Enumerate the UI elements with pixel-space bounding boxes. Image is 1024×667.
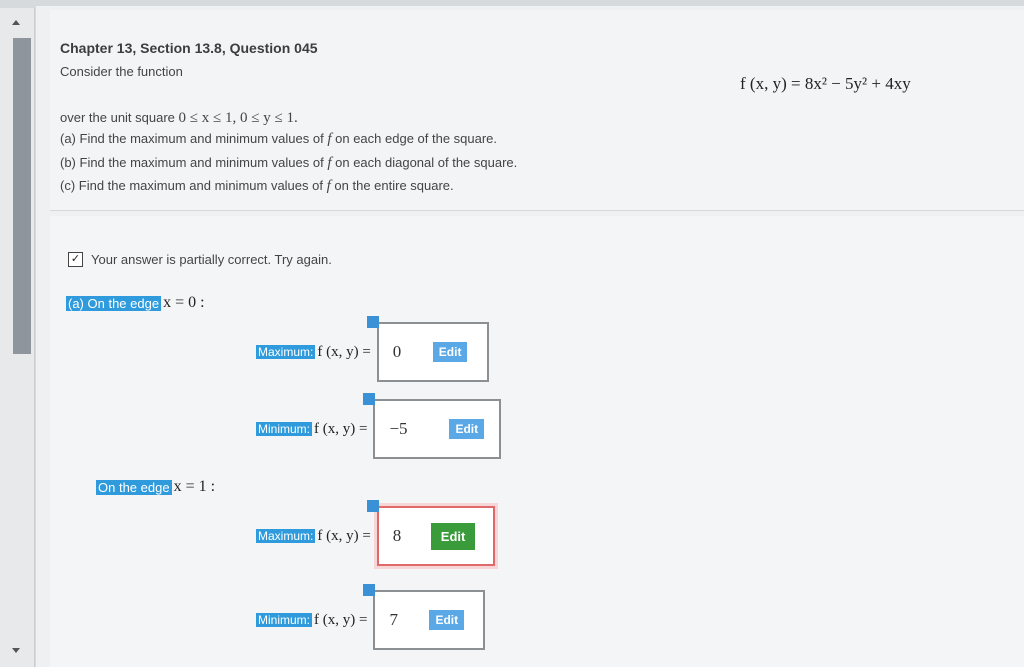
answer-box-x0-max[interactable]: 0 Edit (366, 316, 489, 382)
status-text: Your answer is partially correct. Try ag… (91, 252, 332, 267)
part-a-text: (a) Find the maximum and minimum values … (60, 131, 497, 148)
vertical-scrollbar[interactable] (0, 8, 35, 667)
edge-x1-max-row: Maximum: f (x, y) = 8 Edit (256, 500, 495, 566)
answer-box-x1-max[interactable]: 8 Edit (366, 500, 495, 566)
domain-math: 0 ≤ x ≤ 1, 0 ≤ y ≤ 1. (178, 110, 298, 126)
answer-box-x0-min[interactable]: −5 Edit (363, 393, 502, 459)
edge-x0-highlight: (a) On the edge (66, 295, 162, 311)
function-expr: f (x, y) = (314, 611, 368, 628)
drag-handle-icon[interactable] (363, 584, 376, 596)
question-intro: Consider the function (60, 64, 183, 79)
edge-x1-min-row: Minimum: f (x, y) = 7 Edit (256, 584, 486, 650)
question-panel: Chapter 13, Section 13.8, Question 045 C… (50, 10, 1024, 211)
part-c-prefix: (c) Find the maximum and minimum values … (60, 178, 323, 193)
edge-x0-max-row: Maximum: f (x, y) = 0 Edit (256, 316, 489, 382)
drag-handle-icon[interactable] (366, 500, 379, 512)
part-b-suffix: on each diagonal of the square. (335, 155, 518, 170)
max-label: Maximum: (256, 529, 316, 543)
domain-statement: over the unit square 0 ≤ x ≤ 1, 0 ≤ y ≤ … (60, 110, 298, 127)
drag-handle-icon[interactable] (366, 316, 379, 328)
answer-value: 7 (389, 610, 398, 629)
answer-panel: ✓ Your answer is partially correct. Try … (50, 216, 1024, 667)
part-a-prefix: (a) Find the maximum and minimum values … (60, 131, 324, 146)
min-label: Minimum: (256, 422, 313, 436)
function-expr: f (x, y) = (317, 343, 371, 360)
scroll-up-arrow-icon[interactable] (12, 20, 20, 25)
question-page: Chapter 13, Section 13.8, Question 045 C… (36, 6, 1024, 667)
min-label: Minimum: (256, 613, 313, 627)
part-a-f: f (327, 131, 332, 147)
edge-x0-min-row: Minimum: f (x, y) = −5 Edit (256, 393, 502, 459)
answer-value: 0 (392, 342, 402, 361)
function-expr: f (x, y) = (314, 420, 368, 437)
answer-value: −5 (389, 419, 408, 438)
edge-x0-condition: x = 0 : (163, 294, 205, 311)
edit-button[interactable]: Edit (432, 342, 468, 362)
part-b-prefix: (b) Find the maximum and minimum values … (60, 155, 324, 170)
edge-x1-label: On the edge x = 1 : (96, 478, 215, 496)
scrollbar-thumb[interactable] (13, 38, 31, 354)
part-b-text: (b) Find the maximum and minimum values … (60, 155, 517, 172)
drag-handle-icon[interactable] (363, 393, 376, 405)
part-c-suffix: on the entire square. (334, 178, 454, 193)
function-expr: f (x, y) = (317, 527, 371, 544)
pencil-check-icon: ✓ (68, 252, 83, 267)
answer-box-x1-min[interactable]: 7 Edit (363, 584, 486, 650)
edit-button[interactable]: Edit (429, 610, 465, 630)
part-c-f: f (326, 178, 331, 194)
status-message: ✓ Your answer is partially correct. Try … (68, 252, 332, 267)
edge-x1-highlight: On the edge (96, 479, 172, 495)
edge-x0-label: (a) On the edge x = 0 : (66, 294, 205, 312)
part-c-text: (c) Find the maximum and minimum values … (60, 178, 454, 195)
edge-x1-condition: x = 1 : (173, 478, 216, 495)
part-b-f: f (327, 155, 332, 171)
edit-button[interactable]: Edit (449, 419, 485, 439)
edit-button[interactable]: Edit (430, 522, 476, 550)
answer-value: 8 (392, 526, 402, 545)
max-label: Maximum: (256, 345, 316, 359)
part-a-suffix: on each edge of the square. (335, 131, 498, 146)
function-definition: f (x, y) = 8x² − 5y² + 4xy (740, 74, 911, 93)
question-title: Chapter 13, Section 13.8, Question 045 (60, 40, 318, 56)
domain-prefix: over the unit square (60, 110, 175, 125)
scroll-down-arrow-icon[interactable] (12, 648, 20, 653)
